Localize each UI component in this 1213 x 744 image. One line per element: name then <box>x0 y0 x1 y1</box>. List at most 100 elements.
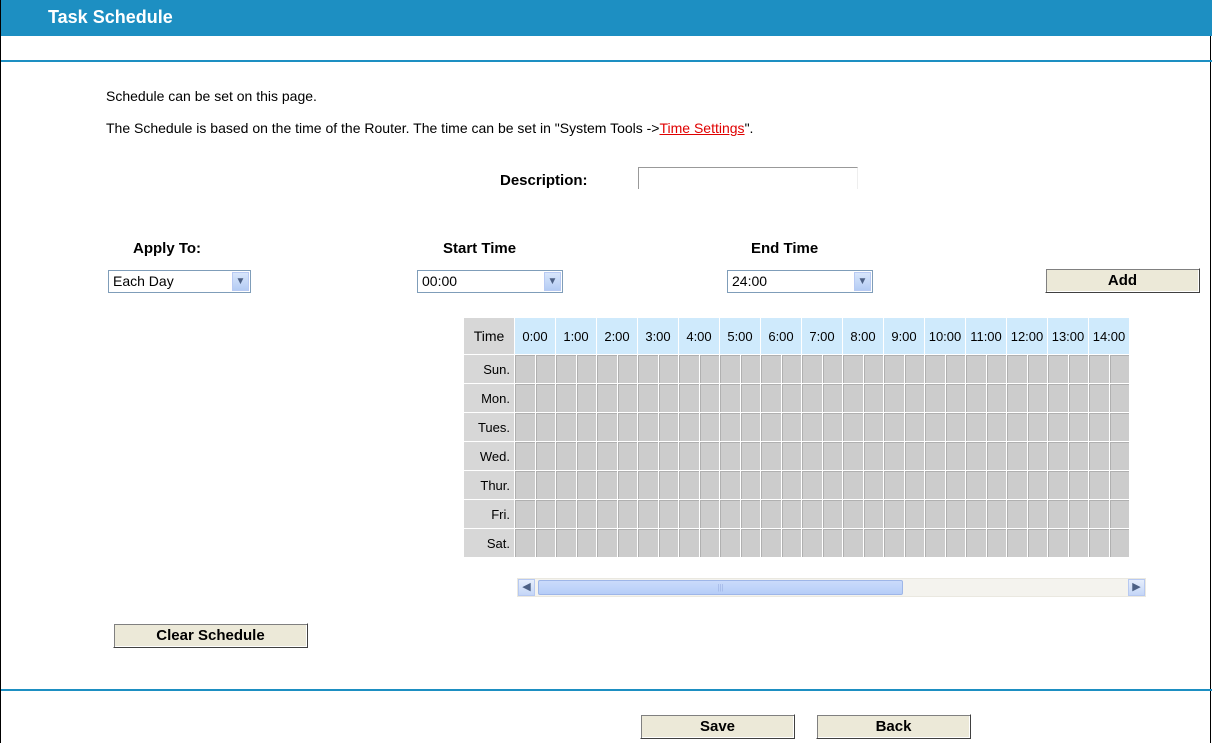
schedule-slot[interactable] <box>1027 384 1047 412</box>
schedule-slot[interactable] <box>863 529 883 557</box>
schedule-slot[interactable] <box>576 384 596 412</box>
schedule-slot[interactable] <box>699 442 719 470</box>
schedule-slot[interactable] <box>966 442 986 470</box>
schedule-slot[interactable] <box>597 413 617 441</box>
schedule-slot[interactable] <box>679 355 699 383</box>
schedule-slot[interactable] <box>638 442 658 470</box>
schedule-slot[interactable] <box>617 500 637 528</box>
schedule-slot[interactable] <box>740 413 760 441</box>
schedule-slot[interactable] <box>658 442 678 470</box>
schedule-slot[interactable] <box>1007 529 1027 557</box>
schedule-slot[interactable] <box>720 384 740 412</box>
horizontal-scrollbar[interactable]: ◀ ||| ▶ <box>517 578 1146 597</box>
schedule-slot[interactable] <box>986 355 1006 383</box>
schedule-slot[interactable] <box>699 500 719 528</box>
schedule-slot[interactable] <box>945 384 965 412</box>
schedule-slot[interactable] <box>863 384 883 412</box>
schedule-slot[interactable] <box>535 413 555 441</box>
schedule-slot[interactable] <box>1068 384 1088 412</box>
schedule-slot[interactable] <box>986 529 1006 557</box>
schedule-slot[interactable] <box>1048 355 1068 383</box>
schedule-slot[interactable] <box>1027 471 1047 499</box>
schedule-slot[interactable] <box>658 471 678 499</box>
schedule-slot[interactable] <box>1089 413 1109 441</box>
schedule-slot[interactable] <box>1068 442 1088 470</box>
chevron-down-icon[interactable]: ▼ <box>544 272 561 291</box>
schedule-slot[interactable] <box>1109 355 1129 383</box>
schedule-slot[interactable] <box>986 500 1006 528</box>
schedule-slot[interactable] <box>515 529 535 557</box>
schedule-slot[interactable] <box>515 384 535 412</box>
schedule-slot[interactable] <box>740 500 760 528</box>
schedule-slot[interactable] <box>535 471 555 499</box>
schedule-slot[interactable] <box>617 529 637 557</box>
schedule-slot[interactable] <box>597 529 617 557</box>
schedule-slot[interactable] <box>802 355 822 383</box>
schedule-slot[interactable] <box>986 384 1006 412</box>
schedule-slot[interactable] <box>1089 442 1109 470</box>
schedule-slot[interactable] <box>904 355 924 383</box>
schedule-slot[interactable] <box>822 384 842 412</box>
schedule-slot[interactable] <box>576 471 596 499</box>
schedule-slot[interactable] <box>1109 413 1129 441</box>
schedule-slot[interactable] <box>597 442 617 470</box>
schedule-slot[interactable] <box>1109 442 1129 470</box>
schedule-slot[interactable] <box>761 442 781 470</box>
schedule-slot[interactable] <box>720 500 740 528</box>
schedule-slot[interactable] <box>781 413 801 441</box>
schedule-slot[interactable] <box>945 500 965 528</box>
schedule-slot[interactable] <box>781 500 801 528</box>
schedule-slot[interactable] <box>904 384 924 412</box>
schedule-slot[interactable] <box>638 355 658 383</box>
schedule-slot[interactable] <box>925 355 945 383</box>
schedule-slot[interactable] <box>822 529 842 557</box>
schedule-slot[interactable] <box>822 500 842 528</box>
schedule-slot[interactable] <box>535 384 555 412</box>
schedule-slot[interactable] <box>535 529 555 557</box>
schedule-slot[interactable] <box>1068 471 1088 499</box>
schedule-slot[interactable] <box>1027 529 1047 557</box>
schedule-slot[interactable] <box>822 355 842 383</box>
schedule-slot[interactable] <box>904 500 924 528</box>
back-button[interactable]: Back <box>816 714 971 739</box>
schedule-slot[interactable] <box>658 355 678 383</box>
schedule-slot[interactable] <box>556 442 576 470</box>
save-button[interactable]: Save <box>640 714 795 739</box>
schedule-slot[interactable] <box>884 355 904 383</box>
schedule-slot[interactable] <box>945 442 965 470</box>
scrollbar-thumb[interactable]: ||| <box>538 580 903 595</box>
schedule-slot[interactable] <box>576 355 596 383</box>
schedule-slot[interactable] <box>802 529 822 557</box>
schedule-slot[interactable] <box>535 442 555 470</box>
schedule-slot[interactable] <box>1068 529 1088 557</box>
schedule-slot[interactable] <box>1068 413 1088 441</box>
schedule-slot[interactable] <box>986 442 1006 470</box>
schedule-slot[interactable] <box>843 500 863 528</box>
schedule-slot[interactable] <box>699 529 719 557</box>
schedule-slot[interactable] <box>1109 529 1129 557</box>
schedule-slot[interactable] <box>966 355 986 383</box>
schedule-slot[interactable] <box>966 471 986 499</box>
schedule-slot[interactable] <box>925 529 945 557</box>
schedule-slot[interactable] <box>617 355 637 383</box>
schedule-slot[interactable] <box>925 500 945 528</box>
schedule-slot[interactable] <box>986 471 1006 499</box>
schedule-slot[interactable] <box>945 355 965 383</box>
schedule-slot[interactable] <box>740 355 760 383</box>
schedule-slot[interactable] <box>515 442 535 470</box>
schedule-slot[interactable] <box>740 529 760 557</box>
schedule-slot[interactable] <box>781 529 801 557</box>
schedule-slot[interactable] <box>1007 384 1027 412</box>
schedule-slot[interactable] <box>679 500 699 528</box>
schedule-slot[interactable] <box>1109 384 1129 412</box>
schedule-slot[interactable] <box>1109 471 1129 499</box>
schedule-slot[interactable] <box>720 413 740 441</box>
schedule-slot[interactable] <box>843 471 863 499</box>
schedule-slot[interactable] <box>1048 384 1068 412</box>
schedule-slot[interactable] <box>822 413 842 441</box>
schedule-slot[interactable] <box>925 442 945 470</box>
schedule-slot[interactable] <box>904 413 924 441</box>
schedule-slot[interactable] <box>781 442 801 470</box>
schedule-slot[interactable] <box>535 355 555 383</box>
schedule-slot[interactable] <box>556 384 576 412</box>
